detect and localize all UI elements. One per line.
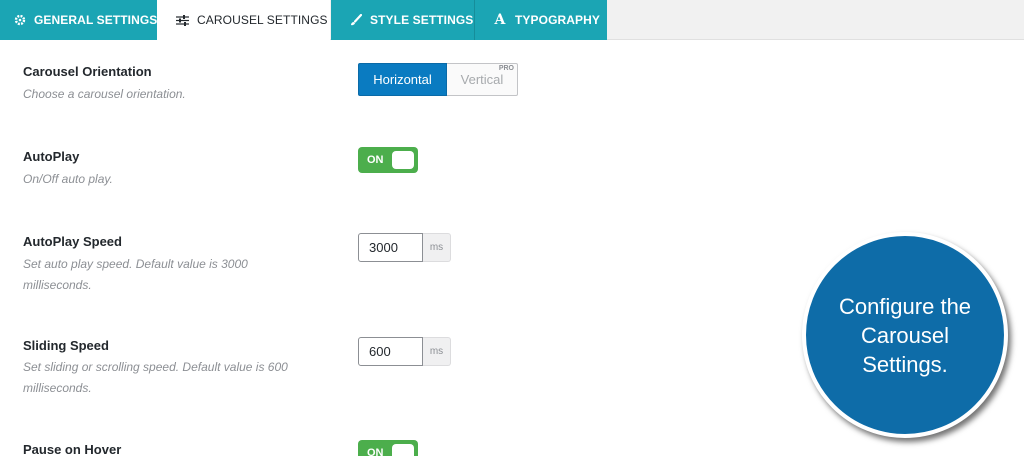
sliding-speed-field: 600 ms <box>358 337 451 366</box>
toggle-state-label: ON <box>367 447 384 456</box>
pause-on-hover-label: Pause on Hover <box>23 442 122 456</box>
gear-icon <box>14 13 26 27</box>
sliding-speed-description: Set sliding or scrolling speed. Default … <box>23 360 288 395</box>
tab-general-settings[interactable]: GENERAL SETTINGS <box>0 0 157 40</box>
tab-label: CAROUSEL SETTINGS <box>197 13 328 27</box>
tab-label: TYPOGRAPHY <box>515 13 601 27</box>
toggle-state-label: ON <box>367 154 384 166</box>
callout-circle: Configure the Carousel Settings. <box>802 232 1008 438</box>
orientation-label: Carousel Orientation <box>23 64 152 79</box>
orientation-vertical-label: Vertical <box>460 72 504 87</box>
sliding-speed-unit: ms <box>423 337 451 366</box>
sliding-speed-input[interactable]: 600 <box>358 337 423 366</box>
autoplay-speed-unit: ms <box>423 233 451 262</box>
callout-text: Configure the Carousel Settings. <box>838 293 972 377</box>
toggle-knob <box>392 151 414 169</box>
orientation-horizontal-button[interactable]: Horizontal <box>358 63 447 96</box>
pause-on-hover-toggle[interactable]: ON <box>358 440 418 456</box>
autoplay-speed-label: AutoPlay Speed <box>23 234 122 249</box>
tab-carousel-settings[interactable]: CAROUSEL SETTINGS <box>157 0 330 40</box>
orientation-selector: Horizontal Vertical PRO <box>358 63 518 96</box>
autoplay-description: On/Off auto play. <box>23 172 113 186</box>
settings-tab-bar: GENERAL SETTINGS CAROUSEL SETTINGS STYLE… <box>0 0 1024 40</box>
toggle-knob <box>392 444 414 456</box>
orientation-vertical-button[interactable]: Vertical PRO <box>447 63 518 96</box>
pro-badge: PRO <box>498 65 514 72</box>
tab-style-settings[interactable]: STYLE SETTINGS <box>331 0 474 40</box>
autoplay-label: AutoPlay <box>23 149 80 164</box>
autoplay-toggle[interactable]: ON <box>358 147 418 173</box>
brush-icon <box>348 13 362 27</box>
sliding-speed-label: Sliding Speed <box>23 338 109 353</box>
autoplay-speed-description: Set auto play speed. Default value is 30… <box>23 257 248 292</box>
autoplay-speed-input[interactable]: 3000 <box>358 233 423 262</box>
tab-label: GENERAL SETTINGS <box>34 13 158 27</box>
typography-icon: A <box>494 12 506 28</box>
orientation-description: Choose a carousel orientation. <box>23 87 186 101</box>
sliders-icon <box>175 13 189 27</box>
autoplay-speed-field: 3000 ms <box>358 233 451 262</box>
tab-typography[interactable]: A TYPOGRAPHY <box>475 0 607 40</box>
tab-label: STYLE SETTINGS <box>370 13 474 27</box>
